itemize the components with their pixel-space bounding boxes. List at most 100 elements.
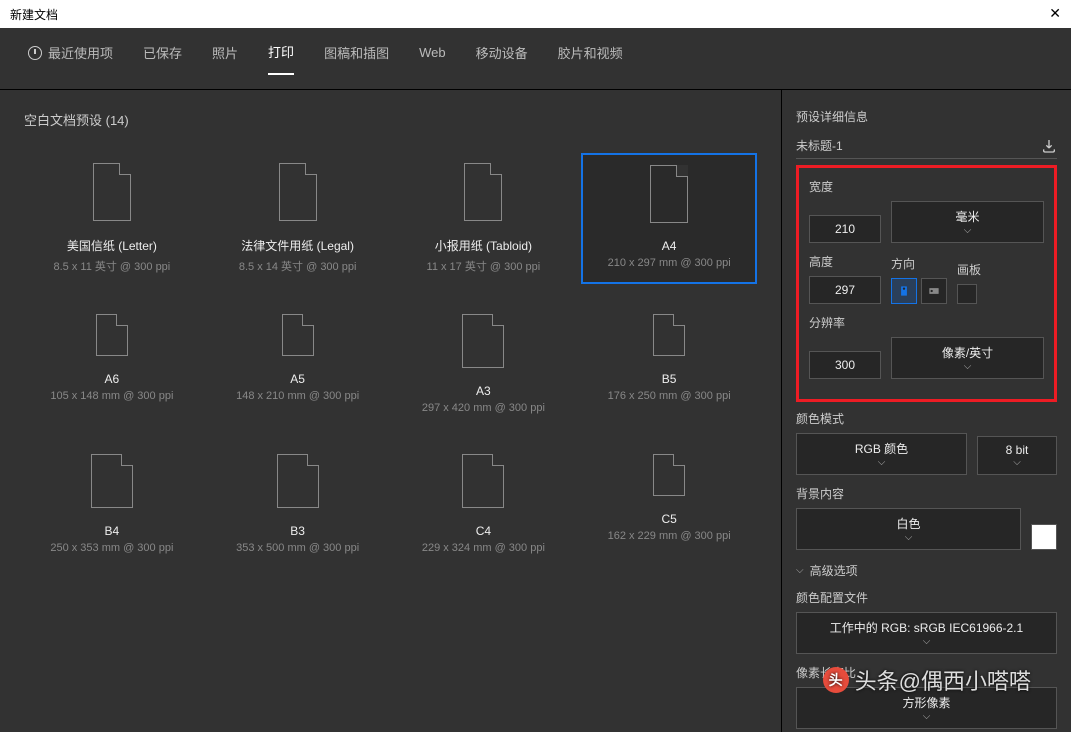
height-label: 高度: [809, 253, 881, 270]
orientation-label: 方向: [891, 255, 947, 272]
document-icon: [279, 163, 317, 221]
preset-dimensions: 8.5 x 11 英寸 @ 300 ppi: [54, 258, 171, 274]
color-mode-label: 颜色模式: [796, 410, 1057, 427]
preset-name: 美国信纸 (Letter): [67, 237, 157, 254]
preset-dimensions: 11 x 17 英寸 @ 300 ppi: [427, 258, 541, 274]
document-icon: [650, 165, 688, 223]
background-label: 背景内容: [796, 485, 1057, 502]
preset-name: A6: [105, 372, 120, 386]
details-panel: 预设详细信息 未标题-1 宽度 毫米⌵ 高度 方向: [781, 90, 1071, 732]
document-icon: [96, 314, 128, 356]
preset-item[interactable]: A5 148 x 210 mm @ 300 ppi: [210, 304, 386, 424]
preset-item[interactable]: C5 162 x 229 mm @ 300 ppi: [581, 444, 757, 564]
preset-item[interactable]: B4 250 x 353 mm @ 300 ppi: [24, 444, 200, 564]
artboard-checkbox[interactable]: [957, 284, 977, 304]
tab-recent[interactable]: 最近使用项: [28, 42, 113, 75]
document-icon: [462, 314, 504, 368]
preset-dimensions: 148 x 210 mm @ 300 ppi: [236, 390, 359, 402]
title-bar: 新建文档 ✕: [0, 0, 1071, 28]
chevron-down-icon: ⌵: [964, 361, 972, 372]
preset-dimensions: 229 x 324 mm @ 300 ppi: [422, 542, 545, 554]
resolution-label: 分辨率: [809, 314, 1044, 331]
resolution-input[interactable]: [809, 351, 881, 379]
chevron-down-icon: ⌵: [923, 711, 931, 722]
highlighted-settings: 宽度 毫米⌵ 高度 方向 画板: [796, 165, 1057, 402]
close-icon[interactable]: ✕: [1049, 5, 1061, 22]
document-name-input[interactable]: 未标题-1: [796, 137, 843, 154]
preset-name: B5: [662, 372, 677, 386]
preset-dimensions: 176 x 250 mm @ 300 ppi: [608, 390, 731, 402]
unit-select[interactable]: 毫米⌵: [891, 201, 1044, 243]
preset-item[interactable]: 小报用纸 (Tabloid) 11 x 17 英寸 @ 300 ppi: [396, 153, 572, 284]
chevron-down-icon: ⌵: [796, 565, 804, 576]
tab-art[interactable]: 图稿和插图: [324, 42, 389, 75]
color-profile-select[interactable]: 工作中的 RGB: sRGB IEC61966-2.1⌵: [796, 612, 1057, 654]
preset-item[interactable]: B3 353 x 500 mm @ 300 ppi: [210, 444, 386, 564]
preset-item[interactable]: A3 297 x 420 mm @ 300 ppi: [396, 304, 572, 424]
preset-dimensions: 297 x 420 mm @ 300 ppi: [422, 402, 545, 414]
width-input[interactable]: [809, 215, 881, 243]
preset-item[interactable]: 美国信纸 (Letter) 8.5 x 11 英寸 @ 300 ppi: [24, 153, 200, 284]
document-icon: [93, 163, 131, 221]
chevron-down-icon: ⌵: [905, 532, 913, 543]
save-preset-icon[interactable]: [1041, 138, 1057, 154]
color-mode-select[interactable]: RGB 颜色⌵: [796, 433, 967, 475]
artboard-label: 画板: [957, 261, 981, 278]
tab-print[interactable]: 打印: [268, 42, 294, 75]
preset-name: A3: [476, 384, 491, 398]
height-input[interactable]: [809, 276, 881, 304]
chevron-down-icon: ⌵: [1013, 457, 1021, 468]
document-icon: [653, 454, 685, 496]
preset-name: B3: [290, 524, 305, 538]
preset-dimensions: 353 x 500 mm @ 300 ppi: [236, 542, 359, 554]
preset-name: 法律文件用纸 (Legal): [241, 237, 354, 254]
preset-item[interactable]: A6 105 x 148 mm @ 300 ppi: [24, 304, 200, 424]
window-title: 新建文档: [10, 6, 58, 23]
width-label: 宽度: [809, 178, 1044, 195]
preset-dimensions: 162 x 229 mm @ 300 ppi: [608, 530, 731, 542]
preset-name: A4: [662, 239, 677, 253]
document-icon: [464, 163, 502, 221]
preset-item[interactable]: A4 210 x 297 mm @ 300 ppi: [581, 153, 757, 284]
preset-item[interactable]: C4 229 x 324 mm @ 300 ppi: [396, 444, 572, 564]
preset-list[interactable]: 空白文档预设 (14) 美国信纸 (Letter) 8.5 x 11 英寸 @ …: [0, 90, 781, 732]
preset-dimensions: 105 x 148 mm @ 300 ppi: [50, 390, 173, 402]
background-color-swatch[interactable]: [1031, 524, 1057, 550]
document-icon: [91, 454, 133, 508]
preset-dimensions: 8.5 x 14 英寸 @ 300 ppi: [239, 258, 357, 274]
preset-name: C4: [476, 524, 491, 538]
document-icon: [462, 454, 504, 508]
resolution-unit-select[interactable]: 像素/英寸⌵: [891, 337, 1044, 379]
orientation-portrait-button[interactable]: [891, 278, 917, 304]
preset-name: 小报用纸 (Tabloid): [435, 237, 532, 254]
document-icon: [277, 454, 319, 508]
profile-label: 颜色配置文件: [796, 589, 1057, 606]
tab-mobile[interactable]: 移动设备: [476, 42, 528, 75]
clock-icon: [28, 46, 42, 60]
chevron-down-icon: ⌵: [964, 225, 972, 236]
pixel-aspect-select[interactable]: 方形像素⌵: [796, 687, 1057, 729]
chevron-down-icon: ⌵: [878, 457, 886, 468]
orientation-landscape-button[interactable]: [921, 278, 947, 304]
tab-saved[interactable]: 已保存: [143, 42, 182, 75]
preset-dimensions: 250 x 353 mm @ 300 ppi: [50, 542, 173, 554]
preset-name: B4: [105, 524, 120, 538]
chevron-down-icon: ⌵: [923, 636, 931, 647]
tab-photo[interactable]: 照片: [212, 42, 238, 75]
details-header: 预设详细信息: [796, 108, 1057, 125]
preset-item[interactable]: B5 176 x 250 mm @ 300 ppi: [581, 304, 757, 424]
advanced-toggle[interactable]: ⌵高级选项: [796, 562, 1057, 579]
tab-film[interactable]: 胶片和视频: [558, 42, 623, 75]
category-tabs: 最近使用项 已保存 照片 打印 图稿和插图 Web 移动设备 胶片和视频: [0, 28, 1071, 90]
background-select[interactable]: 白色⌵: [796, 508, 1021, 550]
bit-depth-select[interactable]: 8 bit⌵: [977, 436, 1057, 475]
document-icon: [653, 314, 685, 356]
document-icon: [282, 314, 314, 356]
preset-name: C5: [661, 512, 676, 526]
aspect-label: 像素长宽比: [796, 664, 1057, 681]
section-title: 空白文档预设 (14): [24, 110, 757, 129]
preset-name: A5: [290, 372, 305, 386]
tab-web[interactable]: Web: [419, 42, 446, 75]
preset-item[interactable]: 法律文件用纸 (Legal) 8.5 x 14 英寸 @ 300 ppi: [210, 153, 386, 284]
preset-dimensions: 210 x 297 mm @ 300 ppi: [608, 257, 731, 269]
